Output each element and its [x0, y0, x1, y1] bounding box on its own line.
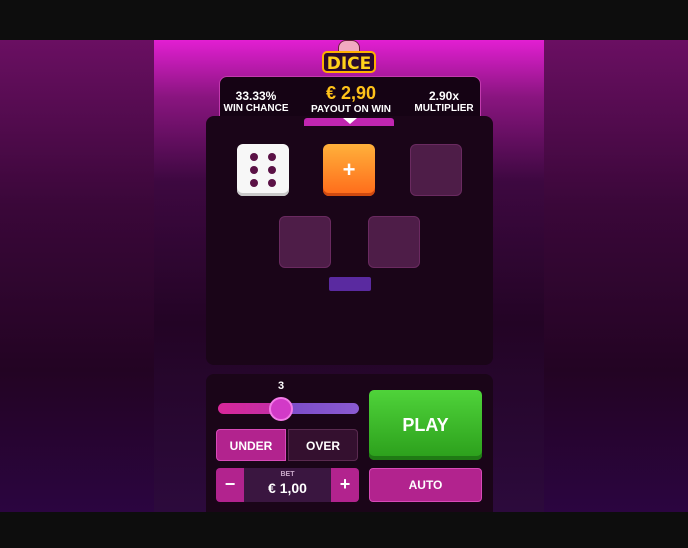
die-pip [250, 166, 258, 174]
payout-on-win: € 2,90 PAYOUT ON WIN [302, 83, 400, 115]
die-pip [268, 153, 276, 161]
win-chance: 33.33% WIN CHANCE [220, 89, 292, 114]
rolled-die-six [237, 144, 289, 196]
auto-button[interactable]: AUTO [369, 468, 482, 502]
empty-die-slot [279, 216, 331, 268]
letterbox-bottom [0, 512, 688, 548]
die-pip [268, 166, 276, 174]
empty-die-slot [368, 216, 420, 268]
payout-label: PAYOUT ON WIN [310, 104, 391, 115]
multiplier-value: 2.90x [428, 89, 460, 103]
slider-value: 3 [277, 380, 285, 392]
multiplier: 2.90x MULTIPLIER [406, 89, 482, 114]
win-chance-value: 33.33% [235, 89, 277, 103]
die-pip [250, 153, 258, 161]
empty-die-slot [410, 144, 462, 196]
logo-text: DICE [322, 51, 376, 74]
result-indicator [329, 277, 371, 291]
die-pip [250, 179, 258, 187]
multiplier-label: MULTIPLIER [414, 103, 474, 114]
letterbox-top [0, 0, 688, 40]
target-slider-handle[interactable] [269, 397, 293, 421]
caret-down-icon [343, 118, 357, 124]
bet-value[interactable]: € 1,00 [244, 480, 331, 496]
under-button[interactable]: UNDER [216, 429, 286, 461]
win-chance-label: WIN CHANCE [223, 103, 289, 114]
add-die-button[interactable]: + [323, 144, 375, 196]
over-button[interactable]: OVER [288, 429, 358, 461]
play-button[interactable]: PLAY [369, 390, 482, 460]
increase-bet-button[interactable]: + [331, 468, 359, 502]
bet-label: BET [280, 471, 295, 478]
decrease-bet-button[interactable]: − [216, 468, 244, 502]
payout-value: € 2,90 [325, 83, 377, 103]
die-pip [268, 179, 276, 187]
dice-logo: DICE [322, 40, 376, 74]
